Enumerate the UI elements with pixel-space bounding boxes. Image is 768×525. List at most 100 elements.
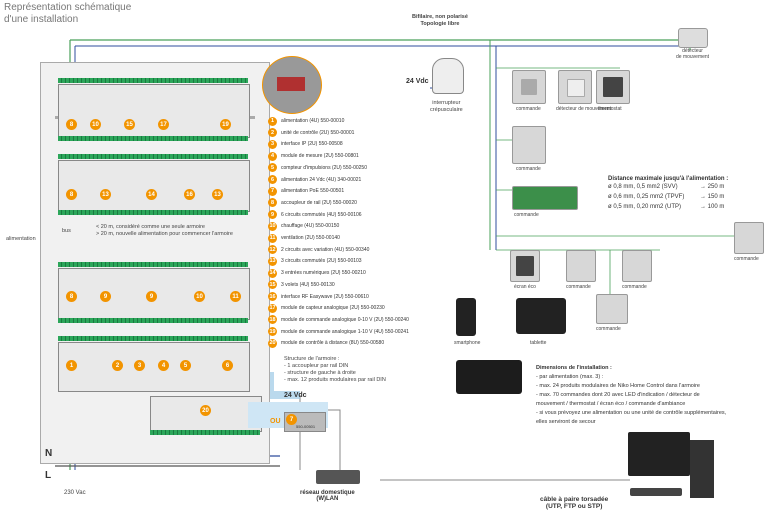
legend-text: interface RF Easywave (2U) 550-00610	[281, 293, 369, 300]
legend-number: 6	[268, 175, 277, 184]
legend-number: 11	[268, 233, 277, 243]
terminal-strip	[58, 210, 248, 215]
distance-spec: ø 0,6 mm, 0,25 mm2 (TPVF)	[608, 194, 685, 200]
commande-panel	[734, 222, 764, 254]
legend-item: 10 chauffage (4U) 550-00150	[268, 221, 339, 231]
mains-label: 230 Vac	[64, 490, 86, 496]
legend-item: 12 2 circuits avec variation (4U) 550-003…	[268, 245, 369, 255]
commande-panel	[622, 250, 652, 282]
tablet-label: tablette	[530, 340, 547, 346]
distance-row: ø 0,5 mm, 0,20 mm2 (UTP) → 100 m	[608, 202, 728, 212]
legend-text: 3 circuits commutés (2U) 550-00103	[281, 258, 362, 265]
legend-number: 12	[268, 245, 277, 255]
commande-triple-panel	[512, 186, 578, 210]
legend-text: alimentation 24 Vdc (4U) 340-00021	[281, 176, 362, 183]
module-badge: 20	[200, 405, 211, 416]
device-label: commande	[622, 284, 647, 290]
poe-part-label: 550-00501	[296, 424, 316, 429]
module-row-2	[58, 160, 250, 212]
device-label: commande	[516, 166, 541, 172]
device-label: commande	[596, 326, 621, 332]
detector-panel	[558, 70, 592, 104]
legend-item: 3 interface IP (2U) 550-00508	[268, 139, 343, 149]
live-label: L	[45, 470, 52, 481]
legend-text: module de contrôle à distance (8U) 550-0…	[281, 340, 385, 347]
module-row-1	[58, 84, 250, 138]
legend-item: 8 accoupleur de rail (2U) 550-00020	[268, 198, 357, 208]
legend-text: module de mesure (2U) 550-00801	[281, 153, 359, 160]
legend-item: 7 alimentation PoE 550-00501	[268, 186, 344, 196]
legend-item: 17 module de capteur analogique (2U) 550-…	[268, 303, 385, 313]
legend-item: 1 alimentation (4U) 550-00010	[268, 116, 344, 126]
legend-number: 13	[268, 256, 277, 266]
terminal-strip	[58, 136, 248, 141]
keyboard	[630, 488, 682, 496]
module-badge: 19	[220, 119, 231, 130]
module-badge: 8	[66, 119, 77, 130]
module-badge: 13	[100, 189, 111, 200]
router	[316, 470, 360, 484]
module-badge: 9	[100, 291, 111, 302]
distance-row: ø 0,6 mm, 0,25 mm2 (TPVF) → 150 m	[608, 192, 728, 202]
terminal-strip	[58, 336, 248, 341]
computer-monitor	[628, 432, 690, 476]
legend-text: 2 circuits avec variation (4U) 550-00340	[281, 246, 370, 253]
power-label: 24 Vdc	[406, 78, 429, 85]
legend-text: module de commande analogique 1-10 V (4U…	[281, 328, 409, 335]
legend-text: module de capteur analogique (2U) 550-00…	[281, 305, 385, 312]
module-badge: 16	[184, 189, 195, 200]
legend-text: 3 entrées numériques (2U) 550-00210	[281, 270, 366, 277]
bus-label: bus	[62, 228, 71, 234]
legend-item: 11 ventilation (2U) 550-00140	[268, 233, 340, 243]
bus-note: < 20 m, considéré comme une seule armoir…	[96, 224, 233, 237]
neutral-label: N	[45, 448, 53, 459]
legend-item: 15 3 volets (4U) 550-00130	[268, 280, 335, 290]
legend-text: ventilation (2U) 550-00140	[281, 235, 340, 241]
smartphone-label: smartphone	[454, 340, 481, 346]
module-badge: 10	[194, 291, 205, 302]
armoire-structure: Structure de l'armoire :- 1 accoupleur p…	[284, 356, 386, 383]
legend-number: 1	[268, 116, 277, 126]
distance-spec: ø 0,8 mm, 0,5 mm2 (SVV)	[608, 184, 678, 190]
legend-number: 14	[268, 268, 277, 278]
legend-text: 3 volets (4U) 550-00130	[281, 281, 335, 288]
legend-item: 2 unité de contrôle (2U) 550-00001	[268, 128, 354, 138]
legend-number: 17	[268, 303, 277, 313]
legend-text: module de commande analogique 0-10 V (2U…	[281, 316, 409, 323]
device-label: commande	[734, 256, 759, 262]
commande-panel	[596, 294, 628, 324]
motion-detector-label: détecteur de mouvement	[676, 48, 710, 60]
distance-value: → 150 m	[700, 194, 725, 200]
module-badge: 9	[146, 291, 157, 302]
commande-panel	[512, 70, 546, 104]
power-label-2: 24 Vdc	[284, 392, 307, 399]
commande-panel	[512, 126, 546, 164]
module-badge: 14	[146, 189, 157, 200]
distance-block: Distance maximale jusqu'à l'alimentation…	[608, 176, 729, 212]
legend-text: alimentation (4U) 550-00010	[281, 118, 345, 124]
legend-number: 15	[268, 280, 277, 290]
cable-label: câble à paire torsadée (UTP, FTP ou STP)	[540, 496, 609, 510]
terminal-strip	[150, 430, 260, 435]
legend-number: 7	[268, 186, 277, 196]
legend-number: 2	[268, 128, 277, 138]
zoom-inset	[262, 56, 322, 114]
ou-label: OU	[270, 418, 281, 425]
module-badge: 5	[180, 360, 191, 371]
commande-panel	[566, 250, 596, 282]
lan-label: réseau domestique (W)LAN	[300, 490, 355, 502]
terminal-strip	[58, 78, 248, 83]
distance-value: → 250 m	[700, 184, 725, 190]
terminal-strip	[58, 262, 248, 267]
legend-text: accoupleur de rail (2U) 550-00020	[281, 199, 357, 206]
legend-number: 5	[268, 163, 277, 173]
module-badge: 10	[90, 119, 101, 130]
legend-item: 9 6 circuits commutés (4U) 550-00106	[268, 210, 362, 220]
module-badge: 3	[134, 360, 145, 371]
legend-text: alimentation PoE 550-00501	[281, 188, 345, 195]
distance-spec: ø 0,5 mm, 0,20 mm2 (UTP)	[608, 204, 682, 210]
module-badge: 1	[66, 360, 77, 371]
touch-screen	[456, 360, 522, 394]
legend-number: 3	[268, 139, 277, 149]
module-badge: 4	[158, 360, 169, 371]
